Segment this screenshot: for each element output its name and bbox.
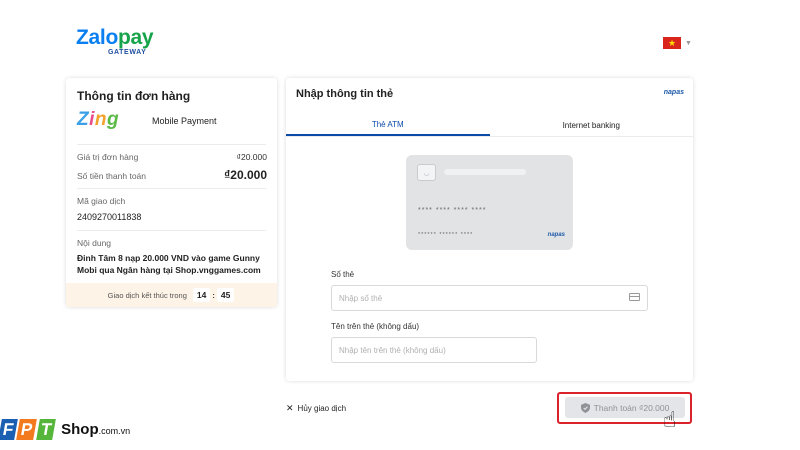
fpt-domain-text: .com.vn — [98, 426, 131, 436]
payment-method-tabs: Thẻ ATM Internet banking — [286, 115, 693, 137]
zalopay-gateway-logo: Zalopay GATEWAY — [76, 26, 154, 56]
card-illustration: ◡ **** **** **** **** ****** ****** ****… — [406, 155, 573, 250]
fpt-letter-t: T — [35, 419, 56, 440]
content-label: Nội dung — [77, 238, 112, 248]
content-text: Đinh Tâm 8 nạp 20.000 VND vào game Gunny… — [77, 253, 261, 275]
order-info-panel: Thông tin đơn hàng Zing Mobile Payment G… — [66, 78, 277, 307]
fpt-shop-text: Shop.com.vn — [61, 421, 131, 438]
fpt-letter-f: F — [0, 419, 19, 440]
hand-cursor-icon: ☝ — [663, 407, 677, 432]
countdown-label: Giao dịch kết thúc trong — [107, 290, 187, 300]
logo-zalo-text: Zalo — [76, 26, 118, 49]
language-selector[interactable]: ★ ▼ — [663, 37, 692, 49]
credit-card-icon — [629, 293, 640, 301]
card-number-label: Số thẻ — [331, 270, 355, 279]
order-amount-value: ₫20.000 — [236, 152, 267, 162]
shield-icon — [580, 402, 590, 413]
transaction-id-label: Mã giao dịch — [77, 196, 126, 206]
cancel-transaction-button[interactable]: ✕ Hủy giao dịch — [286, 403, 346, 414]
divider — [77, 144, 266, 145]
countdown-seconds: 45 — [216, 288, 235, 302]
cancel-transaction-label: Hủy giao dịch — [297, 404, 347, 413]
total-amount-label: Số tiền thanh toán — [77, 171, 147, 181]
close-icon: ✕ — [286, 403, 294, 413]
card-illustration-number: **** **** **** **** — [418, 207, 487, 214]
fpt-letter-p: P — [16, 419, 38, 440]
tab-atm-card[interactable]: Thẻ ATM — [286, 115, 490, 136]
card-chip-icon: ◡ — [417, 164, 436, 181]
divider — [77, 230, 266, 231]
fpt-shop-watermark: F P T Shop.com.vn — [0, 419, 130, 440]
card-name-input[interactable] — [331, 337, 537, 363]
countdown-timer: Giao dịch kết thúc trong 14 : 45 — [66, 283, 277, 307]
vietnam-flag-icon: ★ — [663, 37, 681, 49]
countdown-separator: : — [212, 290, 215, 300]
card-entry-title: Nhập thông tin thẻ — [296, 88, 394, 100]
chevron-down-icon: ▼ — [685, 39, 692, 47]
logo-pay-text: pay — [117, 26, 154, 49]
card-name-label: Tên trên thẻ (không dấu) — [331, 322, 420, 331]
napas-logo: napas — [663, 89, 684, 96]
card-number-input[interactable] — [331, 285, 648, 311]
card-placeholder-bar — [444, 169, 526, 175]
card-illustration-name: ****** ****** **** — [418, 232, 474, 238]
logo-gateway-text: GATEWAY — [108, 49, 147, 56]
pay-button-label: Thanh toán ₫20.000 — [593, 402, 670, 413]
divider — [77, 188, 266, 189]
transaction-id-value: 2409270011838 — [77, 212, 142, 222]
tab-internet-banking[interactable]: Internet banking — [490, 115, 694, 136]
countdown-minutes: 14 — [192, 288, 211, 302]
card-napas-logo: napas — [547, 232, 565, 238]
card-entry-panel: Nhập thông tin thẻ napas Thẻ ATM Interne… — [286, 78, 693, 381]
merchant-name: Mobile Payment — [152, 116, 217, 126]
order-amount-label: Giá trị đơn hàng — [77, 152, 139, 162]
order-info-title: Thông tin đơn hàng — [77, 89, 191, 103]
zing-merchant-logo: Zing — [77, 109, 120, 130]
total-amount-value: ₫20.000 — [224, 168, 267, 182]
